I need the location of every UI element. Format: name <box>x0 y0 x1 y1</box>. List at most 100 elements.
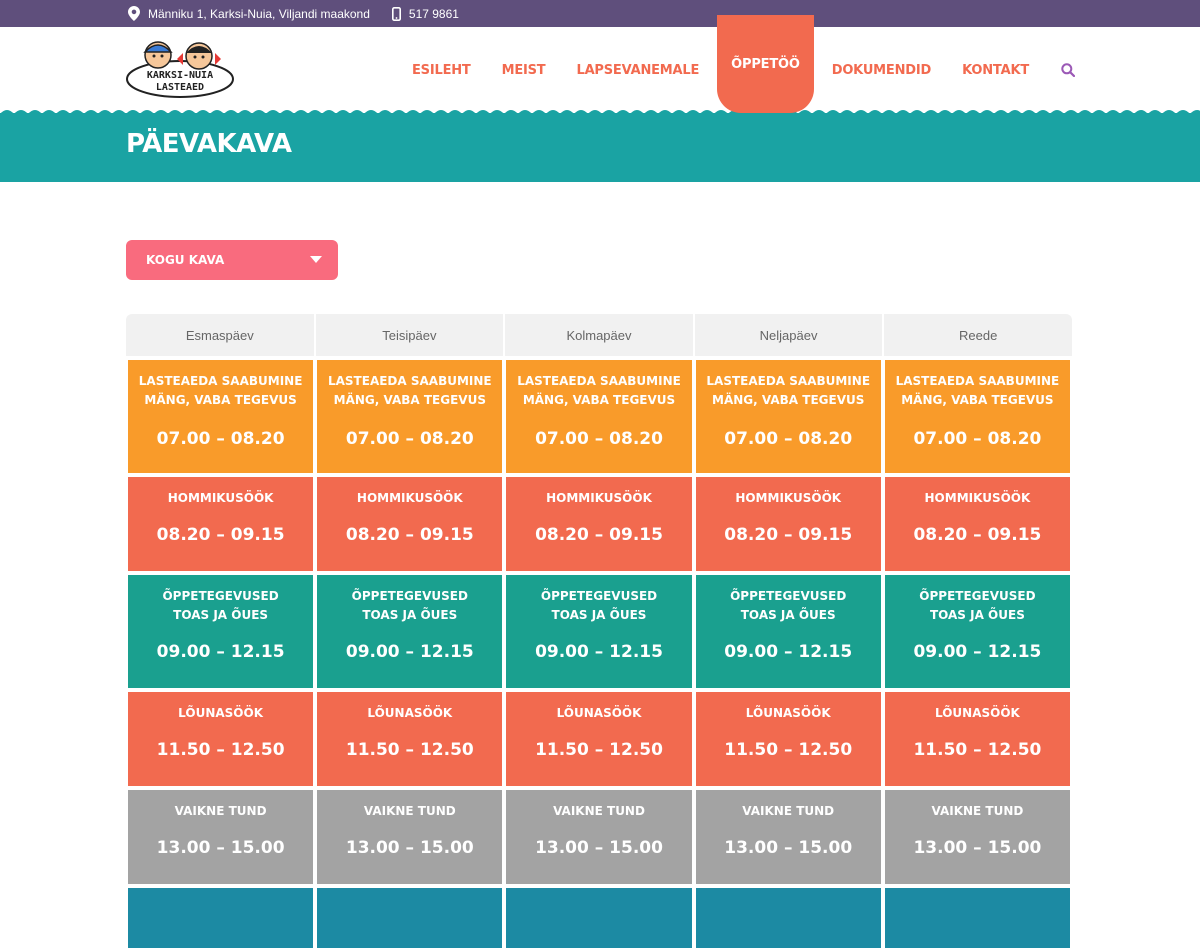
schedule-cell: LÕUNASÖÖK 11.50 – 12.50 <box>695 692 881 786</box>
schedule-row: LASTEAEDA SAABUMINE MÄNG, VABA TEGEVUS 07… <box>126 360 1072 473</box>
main-nav: ESILEHT MEIST LAPSEVANEMALE ÕPPETÖÖ DOKU… <box>381 15 1075 113</box>
site-logo[interactable]: KARKSI-NUIA LASTEAED <box>125 35 235 99</box>
activity-time: 11.50 – 12.50 <box>913 740 1042 760</box>
schedule-cell: HOMMIKUSÖÖK 08.20 – 09.15 <box>884 477 1071 571</box>
schedule-cell: LASTEAEDA SAABUMINE MÄNG, VABA TEGEVUS 07… <box>128 360 314 473</box>
schedule-cell: VAIKNE TUND 13.00 – 15.00 <box>128 790 314 884</box>
activity-time: 09.00 – 12.15 <box>156 642 285 662</box>
day-header: Kolmapäev <box>505 314 695 356</box>
schedule-cell: ÕPPETEGEVUSED TOAS JA ÕUES 09.00 – 12.15 <box>695 575 881 688</box>
schedule-cell: HOMMIKUSÖÖK 08.20 – 09.15 <box>695 477 881 571</box>
activity-time: 07.00 – 08.20 <box>913 429 1042 449</box>
activity-label: VAIKNE TUND <box>931 804 1024 818</box>
activity-label: ÕPPETEGEVUSED TOAS JA ÕUES <box>730 589 847 622</box>
activity-label: HOMMIKUSÖÖK <box>546 491 652 505</box>
activity-time: 13.00 – 15.00 <box>535 838 663 858</box>
schedule-row: LÕUNASÖÖK 11.50 – 12.50 LÕUNASÖÖK 11.50 – 1… <box>126 692 1072 786</box>
activity-time: 09.00 – 12.15 <box>535 642 663 662</box>
schedule-filter-dropdown[interactable]: KOGU KAVA <box>126 240 338 280</box>
phone-item[interactable]: 517 9861 <box>391 6 459 21</box>
activity-label: LASTEAEDA SAABUMINE MÄNG, VABA TEGEVUS <box>706 374 871 407</box>
search-icon <box>1061 63 1075 77</box>
schedule-cell <box>317 888 503 948</box>
nav-item-esileht[interactable]: ESILEHT <box>412 63 471 78</box>
activity-time: 09.00 – 12.15 <box>345 642 474 662</box>
schedule-cell: VAIKNE TUND 13.00 – 15.00 <box>695 790 881 884</box>
schedule-cell: VAIKNE TUND 13.00 – 15.00 <box>884 790 1071 884</box>
phone-icon <box>391 6 401 21</box>
schedule-cell: ÕPPETEGEVUSED TOAS JA ÕUES 09.00 – 12.15 <box>317 575 503 688</box>
schedule-row <box>126 888 1072 948</box>
nav-item-lapsevanemale[interactable]: LAPSEVANEMALE <box>576 63 699 78</box>
site-header: KARKSI-NUIA LASTEAED ESILEHT MEIST LAPSE… <box>0 15 1200 113</box>
activity-time: 11.50 – 12.50 <box>345 740 474 760</box>
activity-time: 11.50 – 12.50 <box>535 740 663 760</box>
schedule-cell: VAIKNE TUND 13.00 – 15.00 <box>506 790 692 884</box>
schedule-table: Esmaspäev Teisipäev Kolmapäev Neljapäev … <box>126 314 1072 948</box>
activity-time: 11.50 – 12.50 <box>724 740 853 760</box>
schedule-cell: LÕUNASÖÖK 11.50 – 12.50 <box>506 692 692 786</box>
activity-label: HOMMIKUSÖÖK <box>356 491 463 505</box>
page-title: PÄEVAKAVA <box>126 129 292 159</box>
schedule-row: VAIKNE TUND 13.00 – 15.00 VAIKNE TUND 13.00… <box>126 790 1072 884</box>
activity-time: 13.00 – 15.00 <box>724 838 853 858</box>
schedule-cell: LASTEAEDA SAABUMINE MÄNG, VABA TEGEVUS 07… <box>695 360 881 473</box>
activity-label: LÕUNASÖÖK <box>178 706 264 720</box>
schedule-cell: LÕUNASÖÖK 11.50 – 12.50 <box>884 692 1071 786</box>
activity-label: HOMMIKUSÖÖK <box>735 491 842 505</box>
top-info-bar: Männiku 1, Karksi-Nuia, Viljandi maakond… <box>0 0 1200 27</box>
wave-divider <box>0 110 1200 114</box>
address-item: Männiku 1, Karksi-Nuia, Viljandi maakond <box>128 6 370 21</box>
day-header: Neljapäev <box>695 314 885 356</box>
logo-line-1: KARKSI-NUIA <box>147 70 213 81</box>
page-title-band: PÄEVAKAVA <box>0 110 1200 182</box>
activity-time: 08.20 – 09.15 <box>156 525 285 545</box>
activity-label: HOMMIKUSÖÖK <box>167 491 274 505</box>
day-header-row: Esmaspäev Teisipäev Kolmapäev Neljapäev … <box>126 314 1072 356</box>
activity-label: VAIKNE TUND <box>174 804 267 818</box>
activity-label: ÕPPETEGEVUSED TOAS JA ÕUES <box>351 589 468 622</box>
nav-item-dokumendid[interactable]: DOKUMENDID <box>832 63 932 78</box>
activity-label: VAIKNE TUND <box>363 804 456 818</box>
activity-label: LÕUNASÖÖK <box>745 706 831 720</box>
activity-label: LASTEAEDA SAABUMINE MÄNG, VABA TEGEVUS <box>517 374 681 407</box>
schedule-cell: LASTEAEDA SAABUMINE MÄNG, VABA TEGEVUS 07… <box>884 360 1071 473</box>
search-button[interactable] <box>1061 63 1075 77</box>
schedule-cell: ÕPPETEGEVUSED TOAS JA ÕUES 09.00 – 12.15 <box>884 575 1071 688</box>
nav-item-oppetoo[interactable]: ÕPPETÖÖ <box>717 15 814 113</box>
day-header: Esmaspäev <box>126 314 316 356</box>
nav-item-meist[interactable]: MEIST <box>502 63 546 78</box>
address-text: Männiku 1, Karksi-Nuia, Viljandi maakond <box>148 6 370 21</box>
activity-time: 09.00 – 12.15 <box>724 642 853 662</box>
activity-label: LÕUNASÖÖK <box>556 706 642 720</box>
schedule-cell: HOMMIKUSÖÖK 08.20 – 09.15 <box>506 477 692 571</box>
phone-text[interactable]: 517 9861 <box>409 7 459 21</box>
day-header: Teisipäev <box>316 314 506 356</box>
activity-time: 08.20 – 09.15 <box>913 525 1042 545</box>
day-header: Reede <box>959 327 998 343</box>
activity-time: 13.00 – 15.00 <box>345 838 474 858</box>
activity-time: 08.20 – 09.15 <box>535 525 663 545</box>
chevron-down-icon <box>310 256 322 263</box>
activity-label: ÕPPETEGEVUSED TOAS JA ÕUES <box>919 589 1036 622</box>
logo-line-2: LASTEAED <box>156 82 204 93</box>
activity-time: 13.00 – 15.00 <box>913 838 1042 858</box>
activity-label: LASTEAEDA SAABUMINE MÄNG, VABA TEGEVUS <box>327 374 492 407</box>
activity-label: VAIKNE TUND <box>553 804 645 818</box>
activity-time: 09.00 – 12.15 <box>913 642 1042 662</box>
schedule-cell: VAIKNE TUND 13.00 – 15.00 <box>317 790 503 884</box>
nav-item-kontakt[interactable]: KONTAKT <box>962 63 1029 78</box>
activity-label: LASTEAEDA SAABUMINE MÄNG, VABA TEGEVUS <box>895 374 1060 407</box>
schedule-cell <box>884 888 1071 948</box>
activity-label: LÕUNASÖÖK <box>934 706 1020 720</box>
schedule-cell <box>128 888 314 948</box>
location-pin-icon <box>128 6 140 21</box>
activity-label: LÕUNASÖÖK <box>367 706 453 720</box>
activity-time: 08.20 – 09.15 <box>724 525 853 545</box>
activity-time: 11.50 – 12.50 <box>156 740 285 760</box>
activity-label: ÕPPETEGEVUSED TOAS JA ÕUES <box>162 589 279 622</box>
schedule-cell: ÕPPETEGEVUSED TOAS JA ÕUES 09.00 – 12.15 <box>506 575 692 688</box>
schedule-cell: HOMMIKUSÖÖK 08.20 – 09.15 <box>128 477 314 571</box>
dropdown-selected-value: KOGU KAVA <box>146 253 225 267</box>
schedule-row: HOMMIKUSÖÖK 08.20 – 09.15 HOMMIKUSÖÖK 08.20… <box>126 477 1072 571</box>
